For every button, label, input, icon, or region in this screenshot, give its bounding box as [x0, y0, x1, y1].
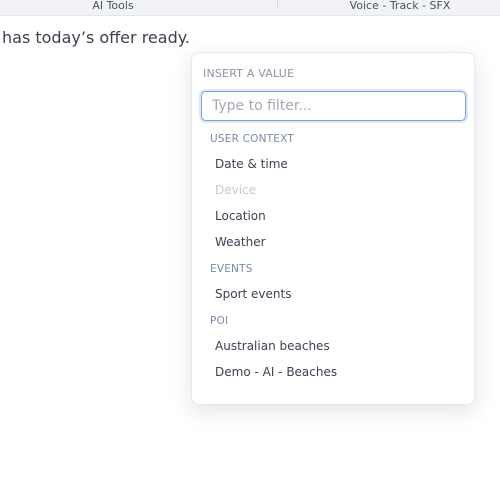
menu-item-date-time[interactable]: Date & time	[215, 156, 288, 172]
dropdown-header: INSERT A VALUE	[203, 67, 295, 80]
top-tab-bar: AI Tools Voice - Track - SFX	[0, 0, 500, 16]
menu-item-device: Device	[215, 183, 257, 197]
filter-input[interactable]	[201, 91, 466, 121]
menu-item-sport-events[interactable]: Sport events	[215, 286, 291, 302]
group-label-events: EVENTS	[210, 263, 253, 275]
tab-divider	[277, 0, 278, 8]
menu-item-location[interactable]: Location	[215, 208, 266, 224]
menu-item-weather[interactable]: Weather	[215, 234, 266, 250]
insert-value-dropdown: INSERT A VALUE USER CONTEXT Date & time …	[191, 52, 475, 405]
message-text[interactable]: has today’s offer ready.	[2, 27, 190, 49]
tab-ai-tools[interactable]: AI Tools	[60, 0, 166, 14]
group-label-user-context: USER CONTEXT	[210, 133, 294, 145]
menu-item-australian-beaches[interactable]: Australian beaches	[215, 338, 330, 354]
tab-voice-track-sfx[interactable]: Voice - Track - SFX	[330, 0, 470, 14]
group-label-poi: POI	[210, 315, 229, 327]
menu-item-demo-ai-beaches[interactable]: Demo - AI - Beaches	[215, 364, 337, 380]
